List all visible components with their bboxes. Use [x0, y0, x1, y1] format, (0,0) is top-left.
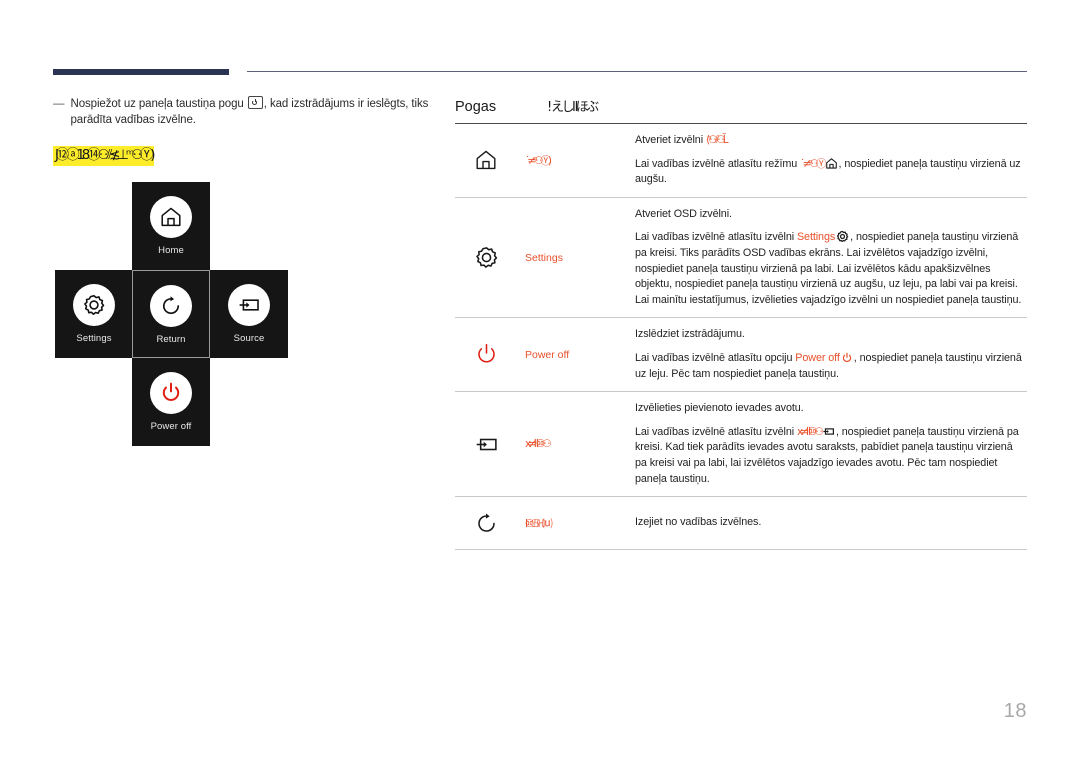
return-icon [162, 296, 180, 315]
power-icon [477, 344, 495, 363]
row-desc-line2-before: Lai vadības izvēlnē atlasītu režīmu [635, 157, 798, 170]
row-desc-line2-before: Lai vadības izvēlnē atlasītu opciju [635, 351, 793, 364]
gear-icon [475, 247, 497, 268]
power-icon [842, 352, 851, 362]
accent-rule [53, 69, 229, 75]
home-knob [150, 196, 192, 238]
row-desc-line2: Lai vadības izvēlnē atlasītu izvēlni Set… [635, 230, 1027, 308]
return-knob [150, 285, 192, 327]
row-desc-line1: Izejiet no vadības izvēlnes. [635, 516, 762, 529]
row-label-cell: ˙ ≠ⁿ⚇Ⓨ) [517, 153, 635, 168]
table-header-col2-label: ! えしⅡほぶ [547, 100, 599, 115]
row-label-return-garbled: I⑩ℬℍ⒰ [525, 517, 553, 530]
table-row: Power off Izslēdziet izstrādājumu. Lai v… [455, 318, 1027, 393]
table-row: I⑩ℬℍ⒰ Izejiet no vadības izvēlnes. [455, 497, 1027, 551]
row-desc-cell: Izslēdziet izstrādājumu. Lai vadības izv… [635, 327, 1027, 382]
row-label-home-garbled: ˙ ≠ⁿ⚇Ⓨ) [525, 154, 552, 167]
diagram-label-source: Source [233, 333, 265, 344]
row-desc-cell: Atveriet OSD izvēlni. Lai vadības izvēln… [635, 207, 1027, 309]
diagram-label-settings: Settings [76, 333, 112, 344]
row-label-power-off: Power off [525, 348, 570, 361]
diagram-tile-power-off[interactable]: Power off [132, 358, 210, 446]
row-label-cell: Settings [517, 252, 635, 264]
home-icon [476, 151, 496, 170]
row-label-source-garbled: x≠Ⅱ⑩⚇ [525, 438, 552, 451]
row-desc-line1-text: Atveriet izvēlni [635, 134, 704, 146]
row-icon-cell [455, 342, 517, 367]
row-desc-line2-garbled: ˙ ≠ⁿ⚇Ⓨ [800, 157, 827, 170]
row-desc-inline-settings: Settings [796, 231, 836, 244]
row-desc-line1: Izslēdziet izstrādājumu. [635, 328, 745, 341]
diagram-label-power-off: Power off [150, 421, 192, 432]
row-icon-cell [455, 511, 517, 536]
row-desc-line1-garbled: ⟨ⁿ⚇⫽⚇L̆ [705, 134, 729, 146]
highlighted-garbled-heading: J⑫ⓐ18⑭⚇⫽≴⊥ᵐ⚇Ⓨ) [53, 146, 156, 166]
row-desc-line2: Lai vadības izvēlnē atlasītu opciju Powe… [635, 351, 1027, 382]
table-header-col1-label: Pogas [455, 99, 497, 115]
table-row: ˙ ≠ⁿ⚇Ⓨ) Atveriet izvēlni ⟨ⁿ⚇⫽⚇L̆ Lai vad… [455, 124, 1027, 198]
row-desc-line2: Lai vadības izvēlnē atlasītu izvēlni x≠Ⅱ… [635, 425, 1027, 487]
buttons-table: Pogas ! えしⅡほぶ ˙ ≠ⁿ⚇Ⓨ) Atveriet izvēlni ⟨… [455, 96, 1027, 551]
diagram-tile-source[interactable]: Source [210, 270, 288, 358]
diagram-tile-home[interactable]: Home [132, 182, 210, 270]
diagram-label-return: Return [156, 334, 186, 345]
row-desc-line2: Lai vadības izvēlnē atlasītu režīmu ˙ ≠ⁿ… [635, 157, 1027, 188]
home-icon [825, 157, 837, 169]
table-row: x≠Ⅱ⑩⚇ Izvēlieties pievienoto ievades avo… [455, 392, 1027, 498]
note-block: — Nospiežot uz paneļa taustiņa pogu , ka… [53, 96, 433, 128]
page-header-rules [0, 0, 1080, 90]
row-desc-line1: Atveriet OSD izvēlni. [635, 207, 732, 220]
left-column: — Nospiežot uz paneļa taustiņa pogu , ka… [53, 96, 433, 166]
source-icon [239, 299, 259, 311]
row-desc-line2-before: Lai vadības izvēlnē atlasītu izvēlni [635, 425, 795, 438]
garbled-heading-wrap: J⑫ⓐ18⑭⚇⫽≴⊥ᵐ⚇Ⓨ) [53, 128, 433, 166]
row-icon-cell [455, 245, 517, 270]
row-desc-line2-before: Lai vadības izvēlnē atlasītu izvēlni [635, 231, 795, 244]
power-knob [150, 372, 192, 414]
diagram-tile-return[interactable]: Return [132, 270, 210, 358]
table-header-col2: ! えしⅡほぶ [547, 96, 635, 116]
power-icon [162, 382, 180, 401]
row-label-cell: I⑩ℬℍ⒰ [517, 516, 635, 531]
page-number: 18 [1003, 700, 1027, 722]
note-text-before: Nospiežot uz paneļa taustiņa pogu [70, 98, 244, 110]
diagram-tile-settings[interactable]: Settings [55, 270, 133, 358]
row-desc-cell: Atveriet izvēlni ⟨ⁿ⚇⫽⚇L̆ Lai vadības izv… [635, 133, 1027, 188]
row-desc-cell: Izejiet no vadības izvēlnes. [635, 515, 1027, 531]
settings-knob [73, 284, 115, 326]
table-header-row: Pogas ! えしⅡほぶ [455, 96, 1027, 124]
row-label-cell: Power off [517, 349, 635, 361]
gear-icon [84, 295, 105, 315]
row-desc-line1: Atveriet izvēlni ⟨ⁿ⚇⫽⚇L̆ [635, 133, 1027, 149]
return-icon [477, 512, 495, 532]
gear-icon [837, 231, 849, 243]
row-label-cell: x≠Ⅱ⑩⚇ [517, 438, 635, 450]
row-desc-line1: Izvēlieties pievienoto ievades avotu. [635, 402, 804, 415]
source-icon [823, 428, 834, 435]
row-icon-cell [455, 432, 517, 457]
power-button-icon [247, 96, 263, 109]
panel-key-diagram: Home Settings Return Source Power off [55, 182, 291, 446]
row-label-settings: Settings [525, 251, 563, 264]
source-knob [228, 284, 270, 326]
note-dash-marker: — [53, 98, 65, 110]
row-icon-cell [455, 148, 517, 172]
home-icon [161, 207, 181, 227]
row-desc-line2-garbled: x≠Ⅱ⑩⚇ [796, 425, 824, 438]
table-header-col1: Pogas [455, 98, 547, 116]
divider-rule [247, 71, 1027, 72]
diagram-label-home: Home [158, 245, 184, 256]
table-row: Settings Atveriet OSD izvēlni. Lai vadīb… [455, 198, 1027, 319]
source-icon [476, 438, 497, 450]
note-text: Nospiežot uz paneļa taustiņa pogu , kad … [71, 96, 434, 128]
row-desc-inline-power-off: Power off [795, 351, 840, 364]
row-desc-cell: Izvēlieties pievienoto ievades avotu. La… [635, 401, 1027, 487]
